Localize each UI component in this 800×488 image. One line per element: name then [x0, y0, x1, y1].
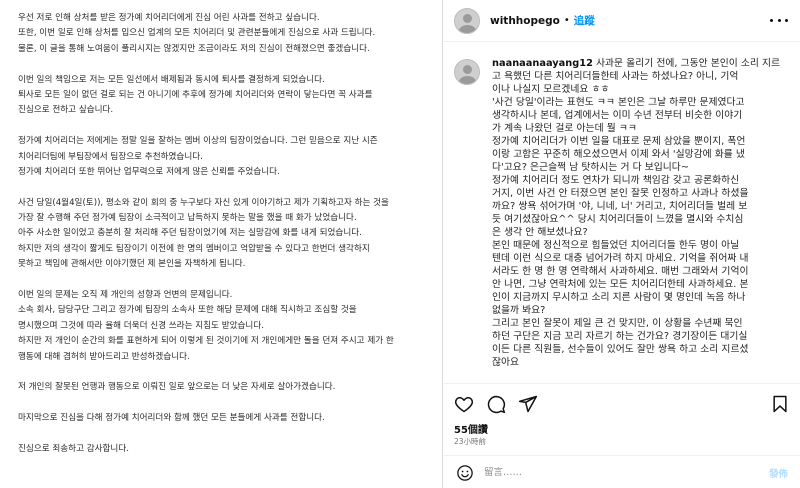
comment-line: '사건 당일'이라는 표현도 ㅋㅋ 본인은 그날 하루만 문제였다고 [492, 97, 745, 108]
comment-line: naanaanaayang12 사과문 올리기 전에, 그동안 본인이 소리 지… [492, 57, 782, 70]
letter-line: 이번 일의 문제는 오직 제 개인의 성향과 언변의 문제입니다. [18, 290, 233, 301]
letter-line: 퇴사로 모든 일이 없던 걸로 되는 건 아니기에 추후에 정가예 치어리더와 … [18, 89, 373, 100]
author-avatar[interactable] [454, 7, 480, 34]
letter-line: 진심으로 전하고 싶습니다. [18, 105, 114, 116]
comment-line: 정가예 치어리더가 이번 일을 대표로 문제 삼았을 뿐이지, 폭언 [492, 136, 746, 147]
heart-icon[interactable] [454, 394, 474, 414]
comment-line: 정가예 치어리더 정도 연차가 되니까 책임감 갖고 공론화하신 [492, 175, 740, 186]
letter-spacer [18, 119, 442, 134]
letter-spacer [18, 57, 442, 72]
comment-line-text: 사과문 올리기 전에, 그동안 본인이 소리 지르 [596, 58, 781, 69]
comments-list[interactable]: naanaanaayang12 사과문 올리기 전에, 그동안 본인이 소리 지… [444, 43, 800, 383]
letter-line: 아주 사소한 일이었고 충분히 잘 처리해 주던 팀장이었기에 저는 실망감에 … [18, 228, 362, 239]
post-timestamp[interactable]: 23小時前 [454, 436, 486, 447]
letter-line: 우선 저로 인해 상처를 받은 정가예 치어리더에게 진심 어린 사과를 전하고… [18, 13, 320, 23]
comment-line: 잖아요 [492, 357, 520, 368]
commenter-username[interactable]: naanaanaayang12 [492, 58, 593, 69]
letter-spacer [18, 396, 442, 411]
share-icon[interactable] [518, 394, 538, 414]
author-username[interactable]: withhopego [490, 15, 560, 27]
comment-line: 듯 여기셨잖아요^^ 당시 치어리더들이 느꼈을 멸시와 수치심 [492, 214, 744, 225]
letter-line: 명시했으며 그것에 따라 율해 더욱더 신경 쓰라는 지침도 받았습니다. [18, 320, 264, 331]
letter-line: 물론, 이 글을 통해 노여움이 풀리시지는 않겠지만 조금이라도 저의 진심이… [18, 43, 370, 54]
letter-spacer [18, 427, 442, 442]
letter-line: 정가예 치어리더는 저에게는 정말 일을 잘하는 멤버 이상의 팀장이었습니다.… [18, 136, 378, 147]
letter-line: 사건 당일(4월4일(토)), 평소와 같이 회의 중 누구보다 자신 있게 이… [18, 197, 389, 208]
comment-line: 없을까 봐요? [492, 305, 546, 316]
letter-text: 우선 저로 인해 상처를 받은 정가예 치어리더에게 진심 어린 사과를 전하고… [18, 11, 442, 457]
comment-line: 본인 때문에 정신적으로 힘들었던 치어리더들 한두 명이 아닐 [492, 240, 740, 251]
comment-line: 이랑 고함은 꾸준히 해오셨으면서 이제 와서 '실망감에 화를 냈 [492, 149, 745, 160]
letter-line: 진심으로 죄송하고 감사합니다. [18, 443, 129, 454]
emoji-icon[interactable] [456, 464, 474, 482]
separator-dot: • [563, 15, 570, 26]
letter-line: 하지만 저의 생각이 짧게도 팀장이기 이전에 한 명의 멤버이고 억압받을 수… [18, 243, 370, 254]
letter-line: 가장 잘 수행해 주던 정가예 팀장이 소극적이고 납득하지 못하는 말을 했을… [18, 213, 357, 224]
comment-line: 안 나면, 그냥 연락처에 있는 모든 치어리더한테 사과하세요. 본 [492, 279, 749, 290]
post-actions: 55個讚 23小時前 發佈 [444, 383, 800, 488]
letter-spacer [18, 273, 442, 288]
letter-spacer [18, 365, 442, 380]
comment-item: naanaanaayang12 사과문 올리기 전에, 그동안 본인이 소리 지… [454, 57, 790, 369]
comment-line: 서라도 한 명 한 명 연락해서 사과하세요. 매번 그래와서 기억이 [492, 266, 749, 277]
letter-line: 마지막으로 진심을 다해 정가예 치어리더와 함께 했던 모든 분들에게 사과를… [18, 413, 325, 424]
comment-line: 인이 지금까지 무시하고 소리 지른 사람이 몇 명인데 녹음 하나 [492, 292, 746, 303]
comment-line: 생각하시나 본데, 업계에서는 이미 수년 전부터 비슷한 이야기 [492, 110, 743, 121]
like-count[interactable]: 55個讚 [454, 421, 488, 436]
follow-button[interactable]: 追蹤 [574, 13, 595, 28]
comment-line: 그리고 본인 잘못이 제일 큰 건 맞지만, 이 상황을 수년째 묵인 [492, 318, 743, 329]
post-image: 우선 저로 인해 상처를 받은 정가예 치어리더에게 진심 어린 사과를 전하고… [0, 0, 443, 488]
comment-line: 이든 다른 직원들, 선수들이 있어도 잘만 쌍욕 하고 소리 지르셨 [492, 344, 749, 355]
comment-line: 다'고요? 은근슬쩍 남 탓하시는 거 다 보입니다~ [492, 162, 690, 173]
letter-line: 치어리더팀에 부팀장에서 팀장으로 추천하였습니다. [18, 151, 203, 162]
post-comment-button[interactable]: 發佈 [769, 466, 788, 480]
comment-line: 은 생각 안 해보셨나요? [492, 227, 588, 238]
letter-line: 이번 일의 책임으로 저는 모든 일선에서 배제됨과 동시에 퇴사를 결정하게 … [18, 74, 325, 85]
action-icons [454, 394, 790, 414]
letter-line: 또한, 이번 일로 인해 상처를 입으신 업계의 모든 치어리더 및 관련분들에… [18, 28, 376, 39]
letter-line: 하지만 저 개인이 순간의 화를 표현하게 되어 이렇게 된 것이기에 저 개인… [18, 336, 394, 347]
comment-line: 텐데 이런 식으로 대충 넘어가려 하지 마세요. 기억을 쥐어짜 내 [492, 253, 749, 264]
comment-input[interactable] [484, 467, 734, 478]
comment-line: 거지, 이번 사건 안 터졌으면 본인 잘못 인정하고 사과나 하셨을 [492, 188, 749, 199]
letter-spacer [18, 180, 442, 195]
comment-body: naanaanaayang12 사과문 올리기 전에, 그동안 본인이 소리 지… [492, 57, 782, 369]
letter-line: 정가예 치어리더 또한 뛰어난 업무력으로 저에게 많은 신뢰를 주었습니다. [18, 166, 280, 177]
comment-line: 이나 나실지 모르겠네요 ㅎㅎ [492, 84, 610, 95]
add-comment-bar: 發佈 [444, 455, 800, 488]
post-header: withhopego • 追蹤 [444, 0, 800, 42]
bookmark-icon[interactable] [770, 394, 790, 414]
post-side-panel: withhopego • 追蹤 naanaanaayang12 사과문 올리기 … [444, 0, 800, 488]
letter-line: 저 개인의 잘못된 언행과 행동으로 이뤄진 일로 앞으로는 더 낮은 자세로 … [18, 382, 336, 393]
letter-line: 못하고 책임에 관해서만 이야기했던 제 본인을 자책하게 됩니다. [18, 259, 246, 270]
commenter-avatar[interactable] [454, 59, 480, 85]
comment-line: 까요? 쌍욕 섞어가며 '야, 니네, 너' 거리고, 치어리더들 벌레 보 [492, 201, 748, 212]
letter-line: 행동에 대해 겸허히 받아드리고 반성하겠습니다. [18, 351, 190, 362]
more-options-icon[interactable] [770, 14, 788, 26]
comment-line: 고 욕했던 다른 치어리더들한테 사과는 하셨나요? 아니, 기억 [492, 71, 739, 82]
comment-line: 가 계속 나왔던 걸로 아는데 뭘 ㅋㅋ [492, 123, 637, 134]
comment-line: 하던 구단은 지금 꼬리 자르기 하는 건가요? 경기장이든 대기실 [492, 331, 748, 342]
comment-icon[interactable] [486, 394, 506, 414]
letter-line: 소속 회사, 담당구단 그리고 정가예 팀장의 소속사 또한 해당 문제에 대해… [18, 305, 357, 316]
